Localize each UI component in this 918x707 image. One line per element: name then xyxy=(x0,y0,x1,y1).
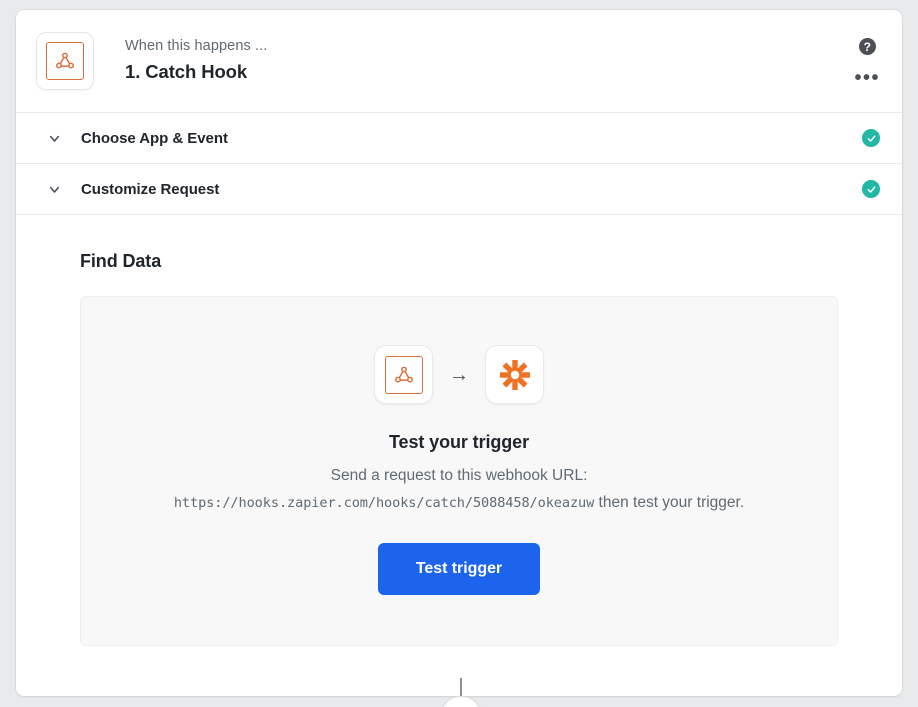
sidebar-section-customize-request[interactable]: Customize Request xyxy=(16,163,902,214)
step-header-text: When this happens ... 1. Catch Hook xyxy=(125,36,267,86)
section-label-choose-app-and-event: Choose App & Event xyxy=(81,129,228,147)
zap-editor-canvas: When this happens ... 1. Catch Hook ? ••… xyxy=(0,0,918,707)
chevron-down-icon xyxy=(46,130,62,146)
help-circle-icon[interactable]: ? xyxy=(858,38,876,55)
webhooks-app-icon xyxy=(384,355,423,394)
webhooks-app-icon xyxy=(46,42,84,80)
check-circle-icon xyxy=(862,180,880,198)
add-step-icon[interactable]: + xyxy=(440,696,482,707)
check-circle-icon xyxy=(862,129,880,147)
step-app-icon-tile xyxy=(36,32,94,90)
step-connector-line xyxy=(460,678,462,698)
test-trigger-panel: → Test your trigger Send a request to th… xyxy=(80,296,838,646)
chevron-down-icon xyxy=(46,181,62,197)
find-data-section: Find Data → Test your trigger Send a req… xyxy=(16,214,902,690)
test-trigger-heading: Test your trigger xyxy=(389,432,529,452)
sidebar-section-choose-app-and-event[interactable]: Choose App & Event xyxy=(16,112,902,163)
webhook-url-line: https://hooks.zapier.com/hooks/catch/508… xyxy=(174,492,744,514)
step-eyebrow-label: When this happens ... xyxy=(125,38,268,55)
webhook-url-value[interactable]: https://hooks.zapier.com/hooks/catch/508… xyxy=(174,495,594,511)
source-app-tile xyxy=(374,345,433,404)
step-header-actions: ? ••• xyxy=(854,10,880,112)
more-options-icon[interactable]: ••• xyxy=(854,68,880,88)
trigger-step-card: When this happens ... 1. Catch Hook ? ••… xyxy=(16,10,902,696)
test-trigger-button[interactable]: Test trigger xyxy=(377,542,541,595)
step-card-header[interactable]: When this happens ... 1. Catch Hook ? ••… xyxy=(16,10,902,112)
step-title: 1. Catch Hook xyxy=(125,60,248,82)
webhook-url-suffix: then test your trigger. xyxy=(594,494,745,512)
zapier-logo-icon xyxy=(499,359,530,390)
app-connection-icons: → xyxy=(374,345,544,404)
find-data-heading: Find Data xyxy=(80,251,162,271)
test-trigger-subtext: Send a request to this webhook URL: xyxy=(330,467,588,484)
arrow-right-icon: → xyxy=(449,363,469,386)
section-label-customize-request: Customize Request xyxy=(81,180,220,198)
target-app-tile xyxy=(485,345,544,404)
